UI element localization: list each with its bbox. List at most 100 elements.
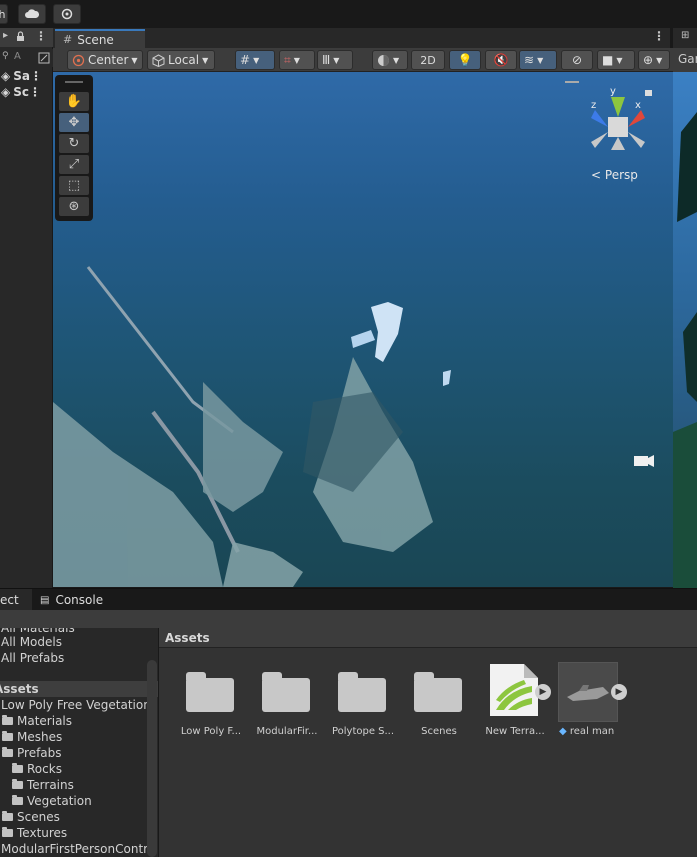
breadcrumb[interactable]: Assets — [159, 628, 697, 648]
play-icon[interactable]: ▶ — [611, 684, 627, 700]
tree-item[interactable]: Materials — [0, 713, 72, 729]
draw-mode-dropdown[interactable]: ▼ — [372, 50, 408, 70]
asset-folder[interactable]: ModularFir... — [249, 662, 321, 742]
effects-dropdown[interactable]: ≋ ▼ — [519, 50, 557, 70]
play-icon[interactable]: ▶ — [535, 684, 551, 700]
tree-item[interactable]: Meshes — [0, 729, 62, 745]
project-tree: All Materials All Models All Prefabs Ass… — [0, 628, 158, 857]
tab-game[interactable]: ⊞ — [673, 28, 697, 48]
rect-tool[interactable]: ⬚ — [59, 176, 89, 195]
cube-icon — [152, 53, 165, 67]
lock-icon[interactable] — [645, 90, 652, 96]
hierarchy-row-scene-1[interactable]: ◈ Sa ⋮ — [0, 68, 53, 84]
tree-item[interactable]: Rocks — [12, 761, 62, 777]
space-dropdown[interactable]: Local ▼ — [147, 50, 215, 70]
account-button[interactable]: h — [0, 4, 8, 24]
folder-icon — [2, 715, 13, 725]
perspective-icon: < — [591, 168, 602, 182]
scene-camera-gizmo[interactable] — [634, 456, 648, 466]
asset-folder[interactable]: Polytope S... — [325, 662, 397, 742]
hierarchy-search[interactable]: ⚲ A — [0, 49, 53, 67]
cloud-button[interactable] — [18, 4, 46, 24]
gizmos-dropdown[interactable]: ⊕ ▼ — [638, 50, 670, 70]
tree-item[interactable]: Low Poly Free Vegetation — [1, 697, 151, 713]
ruler-icon: Ⅲ — [322, 53, 331, 67]
hand-tool[interactable]: ✋ — [59, 92, 89, 111]
scene-tab-bar: # Scene ⋮ — [53, 28, 670, 48]
search-placeholder: A — [14, 51, 21, 62]
tab-console-label: Console — [55, 593, 104, 607]
drag-handle-icon[interactable] — [565, 81, 579, 83]
tree-item[interactable]: Textures — [0, 825, 67, 841]
tree-item[interactable]: ModularFirstPersonContro — [1, 841, 155, 857]
scale-tool[interactable]: ⤢ — [59, 155, 89, 174]
more-options-icon[interactable]: ⋮ — [35, 29, 47, 43]
transform-tool[interactable]: ⊛ — [59, 197, 89, 216]
asset-model[interactable]: ▶ ◆ real man — [551, 662, 627, 742]
lighting-toggle[interactable]: 💡 — [449, 50, 481, 70]
tab-scene[interactable]: # Scene — [55, 29, 145, 48]
move-tool[interactable]: ✥ — [59, 113, 89, 132]
filter-icon[interactable] — [38, 52, 50, 64]
rotate-tool[interactable]: ↻ — [59, 134, 89, 153]
asset-name: Polytope S... — [331, 726, 395, 737]
asset-terrain[interactable]: ▶ New Terra... — [477, 662, 551, 742]
tree-item[interactable]: Prefabs — [0, 745, 62, 761]
audio-toggle[interactable]: 🔇 — [485, 50, 517, 70]
tree-item[interactable]: All Models — [1, 634, 62, 650]
scene-viewport[interactable]: z y x < Persp — [53, 72, 673, 587]
scene-visibility-toggle[interactable]: ⊘ — [561, 50, 593, 70]
tree-item-label: Vegetation — [27, 794, 92, 808]
asset-folder[interactable]: Scenes — [401, 662, 473, 742]
gear-icon — [61, 8, 73, 20]
increment-snap-toggle[interactable]: ⌗ ▼ — [279, 50, 315, 70]
projection-label: Persp — [604, 168, 638, 182]
tree-item[interactable]: Vegetation — [12, 793, 92, 809]
2d-toggle[interactable]: 2D — [411, 50, 445, 70]
grid-snap-toggle[interactable]: # ▼ — [235, 50, 275, 70]
chevron-down-icon: ▼ — [656, 55, 663, 65]
asset-name: Scenes — [421, 726, 457, 737]
tree-item-label: Materials — [17, 714, 73, 728]
tree-item[interactable]: Terrains — [12, 777, 74, 793]
tree-item-label: Textures — [17, 826, 68, 840]
axis-y-label: y — [610, 86, 616, 97]
more-options-icon[interactable]: ⋮ — [29, 85, 41, 99]
projection-toggle[interactable]: < Persp — [591, 168, 638, 182]
hidden-eye-icon: ⊘ — [571, 53, 583, 67]
camera-dropdown[interactable]: ■ ▼ — [597, 50, 635, 70]
chevron-right-icon[interactable]: ▸ — [3, 30, 8, 41]
asset-folder[interactable]: Low Poly F... — [173, 662, 245, 742]
lightbulb-icon: 💡 — [457, 53, 473, 67]
scale-icon: ⤢ — [68, 157, 80, 172]
more-options-icon[interactable]: ⋮ — [653, 29, 665, 43]
tree-item-label: All Prefabs — [1, 651, 65, 665]
hierarchy-row-label: Sc — [13, 85, 29, 99]
folder-icon — [338, 672, 386, 712]
more-options-icon[interactable]: ⋮ — [30, 69, 42, 83]
tree-scrollbar[interactable] — [147, 660, 157, 857]
hierarchy-row-label: Sa — [13, 69, 30, 83]
settings-button[interactable] — [53, 4, 81, 24]
top-toolbar: h — [0, 0, 697, 28]
tab-project[interactable]: ect — [0, 589, 32, 611]
tab-console[interactable]: ▤ Console — [40, 589, 103, 611]
folder-icon — [414, 672, 462, 712]
grid-visibility-toggle[interactable]: Ⅲ ▼ — [317, 50, 353, 70]
tree-item[interactable]: Scenes — [0, 809, 60, 825]
folder-icon — [12, 779, 23, 789]
tree-item-assets[interactable]: Assets — [0, 681, 158, 697]
chevron-down-icon: ▼ — [253, 55, 260, 65]
tree-item[interactable]: All Prefabs — [1, 650, 64, 666]
character-model — [351, 302, 451, 386]
breadcrumb-assets[interactable]: Assets — [165, 631, 210, 645]
hierarchy-row-scene-2[interactable]: ◈ Sc ⋮ — [0, 84, 53, 100]
game-render — [673, 112, 697, 588]
drag-handle-icon[interactable] — [65, 81, 83, 83]
lock-icon[interactable] — [16, 31, 25, 42]
game-view[interactable] — [673, 72, 697, 588]
folder-icon — [2, 731, 13, 741]
pivot-dropdown[interactable]: Center ▼ — [67, 50, 143, 70]
shading-icon — [378, 54, 389, 66]
chevron-down-icon: ▼ — [616, 55, 623, 65]
